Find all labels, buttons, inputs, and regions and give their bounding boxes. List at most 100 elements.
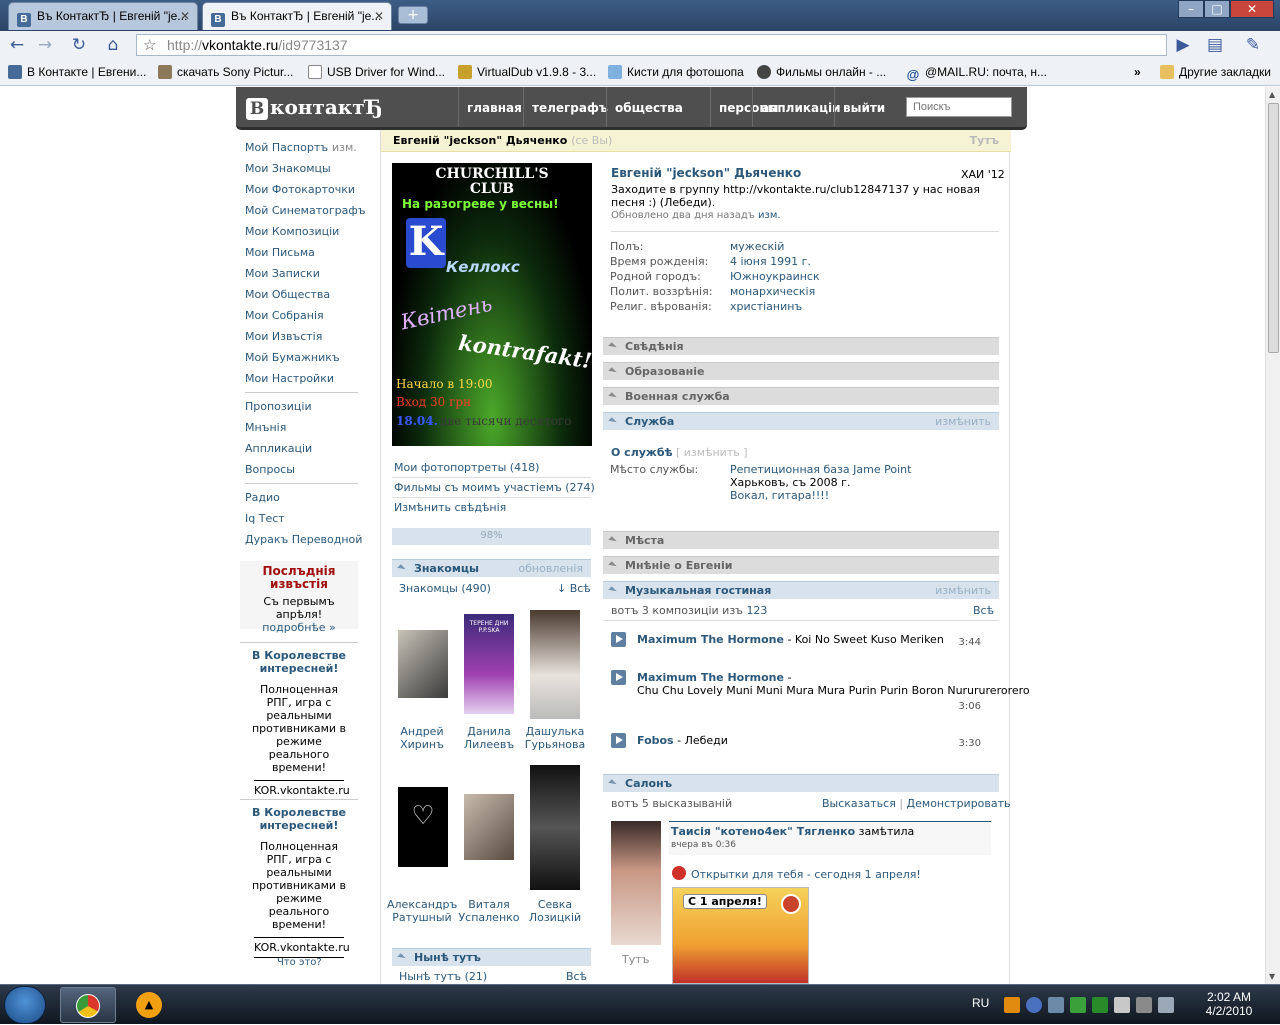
friends-count-link[interactable]: Знакомцы (490): [399, 582, 491, 595]
friend-name[interactable]: Андрей Хиринъ: [387, 725, 457, 751]
nav-apps[interactable]: Аппликацiи: [245, 442, 312, 455]
nav-my-videos[interactable]: Мой Синематографъ: [245, 204, 366, 217]
ad-title[interactable]: В Королевстве интересней!: [240, 806, 358, 832]
action-center-icon[interactable]: [1114, 997, 1130, 1013]
music-edit-link[interactable]: измѣнить: [935, 584, 991, 597]
wall-show-link[interactable]: Демонстрировать: [907, 797, 1011, 810]
volume-icon[interactable]: [1158, 997, 1174, 1013]
nav-my-settings[interactable]: Мои Настройки: [245, 372, 334, 385]
bookmark-item[interactable]: скачать Sony Pictur...: [158, 65, 293, 79]
nav-my-events[interactable]: Мои Собранiя: [245, 309, 324, 322]
nav-telegraph[interactable]: телеграфъ: [523, 87, 616, 127]
music-total-link[interactable]: 123: [746, 604, 767, 617]
nav-my-music[interactable]: Мои Композицiи: [245, 225, 339, 238]
page-menu-icon[interactable]: ▤: [1204, 34, 1226, 56]
info-value[interactable]: монархическiя: [730, 285, 815, 298]
scroll-up-icon[interactable]: ▲: [1269, 90, 1275, 99]
friends-section-header[interactable]: Знакомцы обновленiя: [392, 559, 591, 577]
wrench-icon[interactable]: ✎: [1242, 34, 1264, 56]
section-info[interactable]: Свѣдѣнiя: [603, 337, 999, 355]
nav-my-passport[interactable]: Мой Паспортъ: [245, 141, 328, 154]
play-icon[interactable]: [611, 632, 626, 647]
address-bar[interactable]: ☆ http://vkontakte.ru/id9773137: [136, 34, 1167, 56]
section-military[interactable]: Военная служба: [603, 387, 999, 405]
whats-this-link[interactable]: Что это?: [277, 957, 322, 968]
ad-url[interactable]: KOR.vkontakte.ru: [254, 780, 350, 801]
edit-info-link[interactable]: Измѣнить свѣдѣнiя: [394, 501, 506, 514]
clock[interactable]: 2:02 AM 4/2/2010: [1202, 990, 1256, 1018]
friend-name[interactable]: Севка Лозицкiй: [520, 898, 590, 924]
music-all-link[interactable]: Всѣ: [973, 604, 994, 617]
taskbar-aimp[interactable]: ▲: [122, 987, 178, 1023]
other-bookmarks-folder[interactable]: Другие закладки: [1160, 65, 1271, 79]
bookmark-item[interactable]: @ @MAIL.RU: почта, н...: [906, 65, 1047, 82]
play-icon[interactable]: [611, 670, 626, 685]
back-arrow-icon[interactable]: ←: [6, 34, 28, 56]
status-edit-link[interactable]: изм.: [758, 210, 781, 221]
go-arrow-icon[interactable]: ▶: [1172, 34, 1194, 56]
aimp-tray-icon[interactable]: [1004, 997, 1020, 1013]
news-more-link[interactable]: подробнѣе »: [240, 621, 358, 634]
nav-offers[interactable]: Пропозицiи: [245, 400, 312, 413]
nav-groups[interactable]: общества: [606, 87, 691, 127]
postcard-image[interactable]: С 1 апреля!: [672, 887, 809, 984]
wall-post-link[interactable]: Высказаться: [822, 797, 896, 810]
friend-photo[interactable]: [530, 610, 580, 719]
track-artist[interactable]: Maximum The Hormone: [637, 633, 784, 646]
nav-my-wallet[interactable]: Мой Бумажникъ: [245, 351, 340, 364]
friend-photo[interactable]: ТЕРЕНЕ ДНИ P.P.SKA: [464, 614, 514, 714]
career-role[interactable]: Вокал, гитара!!!!: [730, 489, 829, 502]
section-places[interactable]: Мѣста: [603, 531, 999, 549]
play-icon[interactable]: [611, 733, 626, 748]
ad-block[interactable]: В Королевстве интересней! Полноценная РП…: [240, 799, 358, 958]
info-value[interactable]: христiанинъ: [730, 300, 802, 313]
torrent-icon[interactable]: [1092, 997, 1108, 1013]
bookmark-item[interactable]: VirtualDub v1.9.8 - 3...: [458, 65, 596, 79]
new-tab-button[interactable]: +: [398, 6, 428, 24]
play-icon[interactable]: [781, 894, 801, 914]
browser-tab[interactable]: B Въ КонтактЂ | Евгенiй "je... ✕: [8, 2, 198, 30]
nav-opinions[interactable]: Мнънiя: [245, 421, 286, 434]
nav-my-notes[interactable]: Мои Записки: [245, 267, 320, 280]
friend-photo[interactable]: [530, 765, 580, 890]
section-opinions[interactable]: Мнѣнiе о Евгенiи: [603, 556, 999, 574]
friend-name[interactable]: Виталя Успаленко: [454, 898, 524, 924]
bookmark-item[interactable]: Фильмы онлайн - ...: [757, 65, 886, 79]
profile-photo[interactable]: CHURCHILL'S CLUB На разогреве у весны! K …: [392, 163, 592, 446]
section-music[interactable]: Музыкальная гостиная измѣнить: [603, 581, 999, 599]
bluetooth-icon[interactable]: [1026, 997, 1042, 1013]
friend-name[interactable]: Александръ Ратушный: [387, 898, 457, 924]
friend-photo[interactable]: [464, 794, 514, 860]
online-all-link[interactable]: Всѣ: [566, 970, 587, 983]
section-career[interactable]: Служба измѣнить: [603, 412, 999, 430]
friends-updates-link[interactable]: обновленiя: [518, 562, 583, 575]
nav-my-messages[interactable]: Мои Письма: [245, 246, 315, 259]
nav-my-photos[interactable]: Мои Фотокарточки: [245, 183, 355, 196]
minimize-icon[interactable]: –: [1178, 0, 1204, 18]
home-icon[interactable]: ⌂: [102, 34, 124, 56]
wall-author-avatar[interactable]: [611, 821, 661, 945]
career-edit-link[interactable]: измѣнить: [935, 415, 991, 428]
career-place[interactable]: Репетиционная база Jame Point: [730, 463, 911, 476]
track-artist[interactable]: Fobos: [637, 734, 674, 747]
nav-logout[interactable]: выйти: [834, 87, 893, 127]
maximize-icon[interactable]: □: [1204, 0, 1230, 18]
ad-url[interactable]: KOR.vkontakte.ru: [254, 937, 350, 958]
online-count-link[interactable]: Нынѣ тутъ (21): [399, 970, 487, 983]
reload-icon[interactable]: ↻: [68, 34, 90, 56]
vk-logo[interactable]: ВконтактЂ: [246, 95, 383, 120]
online-friends-header[interactable]: Нынѣ тутъ: [392, 948, 591, 966]
ad-title[interactable]: В Королевстве интересней!: [240, 649, 358, 675]
friends-all-link[interactable]: ↓ Всѣ: [557, 582, 591, 595]
close-window-icon[interactable]: ✕: [1230, 0, 1274, 18]
friend-name[interactable]: Дашулька Гурьянова: [520, 725, 590, 751]
start-button[interactable]: [4, 986, 46, 1024]
taskbar-chrome[interactable]: [60, 987, 116, 1023]
bookmark-star-icon[interactable]: ☆: [143, 36, 156, 54]
nav-radio[interactable]: Радио: [245, 491, 280, 504]
browser-tab-active[interactable]: B Въ КонтактЂ | Евгенiй "je... ✕: [202, 2, 392, 30]
nav-my-groups[interactable]: Мои Общества: [245, 288, 330, 301]
nav-my-news[interactable]: Мои Извъстiя: [245, 330, 322, 343]
ad-block[interactable]: В Королевстве интересней! Полноценная РП…: [240, 642, 358, 801]
nav-iq-test[interactable]: Iq Тест: [245, 512, 285, 525]
